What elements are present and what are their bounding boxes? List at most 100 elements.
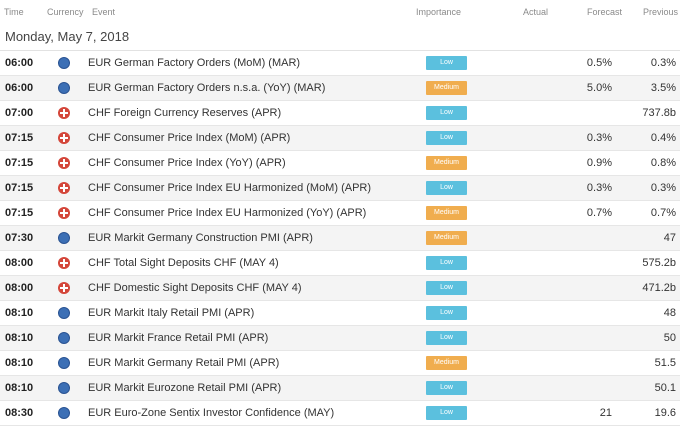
previous-value: 19.6 — [654, 407, 676, 419]
importance-badge: Low — [426, 306, 467, 320]
event-time: 07:15 — [5, 157, 34, 169]
importance-badge: Low — [426, 131, 467, 145]
table-row[interactable]: 06:00 EUR German Factory Orders n.s.a. (Y… — [0, 76, 680, 101]
event-time: 07:15 — [5, 132, 34, 144]
event-time: 08:10 — [5, 307, 34, 319]
table-row[interactable]: 07:15 CHF Consumer Price Index (MoM) (APR… — [0, 126, 680, 151]
table-row[interactable]: 07:15 CHF Consumer Price Index (YoY) (APR… — [0, 151, 680, 176]
event-name[interactable]: CHF Consumer Price Index EU Harmonized (… — [88, 176, 371, 200]
column-header-importance[interactable]: Importance — [416, 7, 461, 17]
forecast-value: 0.3% — [586, 182, 612, 194]
chf-flag-icon — [58, 107, 70, 119]
importance-badge: Low — [426, 331, 467, 345]
event-time: 08:10 — [5, 332, 34, 344]
eur-flag-icon — [58, 357, 70, 369]
previous-value: 737.8b — [642, 107, 676, 119]
event-time: 06:00 — [5, 57, 34, 69]
previous-value: 0.3% — [650, 182, 676, 194]
event-name[interactable]: EUR German Factory Orders (MoM) (MAR) — [88, 51, 300, 75]
event-name[interactable]: CHF Domestic Sight Deposits CHF (MAY 4) — [88, 276, 302, 300]
eur-flag-icon — [58, 232, 70, 244]
column-header-time[interactable]: Time — [4, 7, 24, 17]
table-row[interactable]: 08:00 CHF Total Sight Deposits CHF (MAY 4… — [0, 251, 680, 276]
column-header-previous[interactable]: Previous — [643, 7, 678, 17]
importance-badge: Low — [426, 281, 467, 295]
table-row[interactable]: 08:10 EUR Markit France Retail PMI (APR) L… — [0, 326, 680, 351]
previous-value: 48 — [663, 307, 676, 319]
column-header-currency[interactable]: Currency — [47, 7, 84, 17]
event-name[interactable]: CHF Consumer Price Index (YoY) (APR) — [88, 151, 286, 175]
eur-flag-icon — [58, 382, 70, 394]
event-name[interactable]: CHF Consumer Price Index (MoM) (APR) — [88, 126, 290, 150]
previous-value: 0.4% — [650, 132, 676, 144]
event-name[interactable]: CHF Total Sight Deposits CHF (MAY 4) — [88, 251, 279, 275]
event-name[interactable]: EUR Markit Germany Construction PMI (APR… — [88, 226, 313, 250]
previous-value: 51.5 — [654, 357, 676, 369]
event-name[interactable]: EUR German Factory Orders n.s.a. (YoY) (… — [88, 76, 325, 100]
table-row[interactable]: 07:30 EUR Markit Germany Construction PMI… — [0, 226, 680, 251]
calendar-table-body: 06:00 EUR German Factory Orders (MoM) (MA… — [0, 51, 680, 426]
eur-flag-icon — [58, 57, 70, 69]
previous-value: 3.5% — [650, 82, 676, 94]
forecast-value: 0.7% — [586, 207, 612, 219]
event-time: 06:00 — [5, 82, 34, 94]
event-name[interactable]: CHF Foreign Currency Reserves (APR) — [88, 101, 281, 125]
event-time: 07:00 — [5, 107, 34, 119]
forecast-value: 0.3% — [586, 132, 612, 144]
column-header-forecast[interactable]: Forecast — [587, 7, 622, 17]
table-row[interactable]: 07:00 CHF Foreign Currency Reserves (APR)… — [0, 101, 680, 126]
importance-badge: Low — [426, 56, 467, 70]
table-row[interactable]: 07:15 CHF Consumer Price Index EU Harmoni… — [0, 201, 680, 226]
eur-flag-icon — [58, 307, 70, 319]
previous-value: 50.1 — [654, 382, 676, 394]
previous-value: 0.7% — [650, 207, 676, 219]
importance-badge: Low — [426, 181, 467, 195]
chf-flag-icon — [58, 257, 70, 269]
forecast-value: 21 — [599, 407, 612, 419]
event-time: 08:10 — [5, 382, 34, 394]
importance-badge: Low — [426, 106, 467, 120]
event-name[interactable]: EUR Euro-Zone Sentix Investor Confidence… — [88, 401, 334, 425]
importance-badge: Medium — [426, 156, 467, 170]
previous-value: 47 — [663, 232, 676, 244]
table-row[interactable]: 06:00 EUR German Factory Orders (MoM) (MA… — [0, 51, 680, 76]
event-time: 07:30 — [5, 232, 34, 244]
event-name[interactable]: EUR Markit France Retail PMI (APR) — [88, 326, 268, 350]
event-time: 07:15 — [5, 207, 34, 219]
column-header-actual[interactable]: Actual — [523, 7, 548, 17]
event-name[interactable]: EUR Markit Eurozone Retail PMI (APR) — [88, 376, 281, 400]
importance-badge: Medium — [426, 231, 467, 245]
forecast-value: 0.9% — [586, 157, 612, 169]
importance-badge: Low — [426, 381, 467, 395]
event-name[interactable]: EUR Markit Italy Retail PMI (APR) — [88, 301, 254, 325]
chf-flag-icon — [58, 157, 70, 169]
table-row[interactable]: 07:15 CHF Consumer Price Index EU Harmoni… — [0, 176, 680, 201]
table-row[interactable]: 08:10 EUR Markit Germany Retail PMI (APR)… — [0, 351, 680, 376]
importance-badge: Low — [426, 406, 467, 420]
forecast-value: 0.5% — [586, 57, 612, 69]
forecast-value: 5.0% — [586, 82, 612, 94]
previous-value: 471.2b — [642, 282, 676, 294]
table-row[interactable]: 08:10 EUR Markit Italy Retail PMI (APR) Lo… — [0, 301, 680, 326]
importance-badge: Medium — [426, 206, 467, 220]
eur-flag-icon — [58, 407, 70, 419]
previous-value: 0.3% — [650, 57, 676, 69]
event-time: 07:15 — [5, 182, 34, 194]
previous-value: 575.2b — [642, 257, 676, 269]
eur-flag-icon — [58, 82, 70, 94]
column-header-event[interactable]: Event — [92, 7, 115, 17]
chf-flag-icon — [58, 132, 70, 144]
date-heading: Monday, May 7, 2018 — [0, 24, 680, 51]
chf-flag-icon — [58, 207, 70, 219]
table-row[interactable]: 08:00 CHF Domestic Sight Deposits CHF (MA… — [0, 276, 680, 301]
event-name[interactable]: EUR Markit Germany Retail PMI (APR) — [88, 351, 279, 375]
event-time: 08:10 — [5, 357, 34, 369]
chf-flag-icon — [58, 282, 70, 294]
event-name[interactable]: CHF Consumer Price Index EU Harmonized (… — [88, 201, 366, 225]
chf-flag-icon — [58, 182, 70, 194]
event-time: 08:00 — [5, 282, 34, 294]
importance-badge: Low — [426, 256, 467, 270]
importance-badge: Medium — [426, 356, 467, 370]
table-row[interactable]: 08:10 EUR Markit Eurozone Retail PMI (APR… — [0, 376, 680, 401]
table-row[interactable]: 08:30 EUR Euro-Zone Sentix Investor Confi… — [0, 401, 680, 426]
